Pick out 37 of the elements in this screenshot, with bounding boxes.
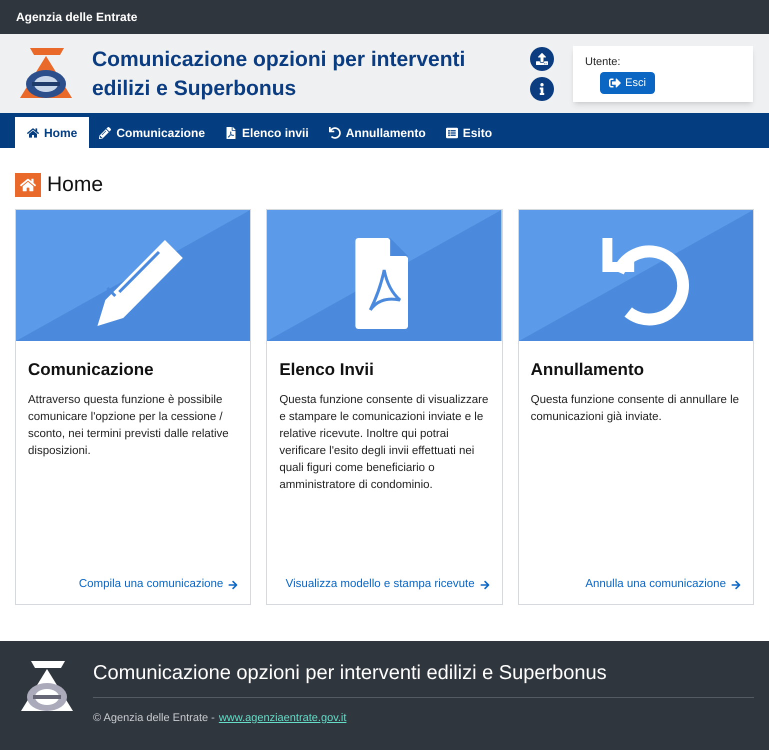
card-description: Questa funzione consente di annullare le comunicazioni già inviate. xyxy=(530,393,740,425)
undo-icon xyxy=(602,238,689,325)
app-title: Comunicazione opzioni per interventi edilizi e Superbonus xyxy=(92,46,466,102)
logout-icon xyxy=(609,76,622,89)
page-title: Home xyxy=(47,172,104,198)
arrow-icon xyxy=(480,580,490,590)
copyright-text: © Agenzia delle Entrate - xyxy=(93,711,215,726)
list-icon xyxy=(446,126,458,138)
card-link[interactable]: Annulla una comunicazione xyxy=(585,576,741,594)
pdf-file-icon xyxy=(356,238,408,328)
card-title: Elenco Invii xyxy=(279,358,375,380)
nav-tab[interactable]: Home xyxy=(15,117,90,148)
card-link[interactable]: Visualizza modello e stampa ricevute xyxy=(286,576,490,594)
agency-name: Agenzia delle Entrate xyxy=(16,9,138,26)
pencil-icon xyxy=(97,240,183,326)
arrow-icon xyxy=(730,580,741,590)
info-icon[interactable] xyxy=(530,76,554,100)
home-icon xyxy=(15,172,41,197)
arrow-icon xyxy=(228,580,238,590)
nav-tab[interactable]: Esito xyxy=(436,117,502,148)
footer-title: Comunicazione opzioni per interventi edilizi e Superbonus xyxy=(93,661,608,686)
user-label: Utente: xyxy=(585,54,622,70)
logout-button[interactable]: Esci xyxy=(600,72,655,94)
pencil-icon xyxy=(99,126,112,138)
card-link[interactable]: Compila una comunicazione xyxy=(78,576,238,594)
website-link[interactable]: www.agenziaentrate.gov.it xyxy=(218,710,346,726)
nav-tab[interactable]: Annullamento xyxy=(318,117,436,148)
card-title: Annullamento xyxy=(530,358,645,380)
document-icon xyxy=(225,126,238,138)
nav-tab[interactable]: Elenco invii xyxy=(215,117,319,148)
card-description: Questa funzione consente di visualizzare e stampare le comunicazioni inviate e le relative ricevute. Inoltre qui potrai verificare l'esito degli invii effettuati nei quali figuri come beneficiario o amministratore di condominio. xyxy=(279,393,490,493)
upload-icon[interactable] xyxy=(530,46,554,70)
nav-tab[interactable]: Comunicazione xyxy=(89,117,216,148)
undo-icon xyxy=(328,126,341,138)
card-title: Comunicazione xyxy=(28,358,155,380)
home-icon xyxy=(27,126,39,138)
card-description: Attraverso questa funzione è possibile comunicare l'opzione per la cessione / sconto, nei termini previsti dalle relative disposizioni. xyxy=(28,393,230,459)
